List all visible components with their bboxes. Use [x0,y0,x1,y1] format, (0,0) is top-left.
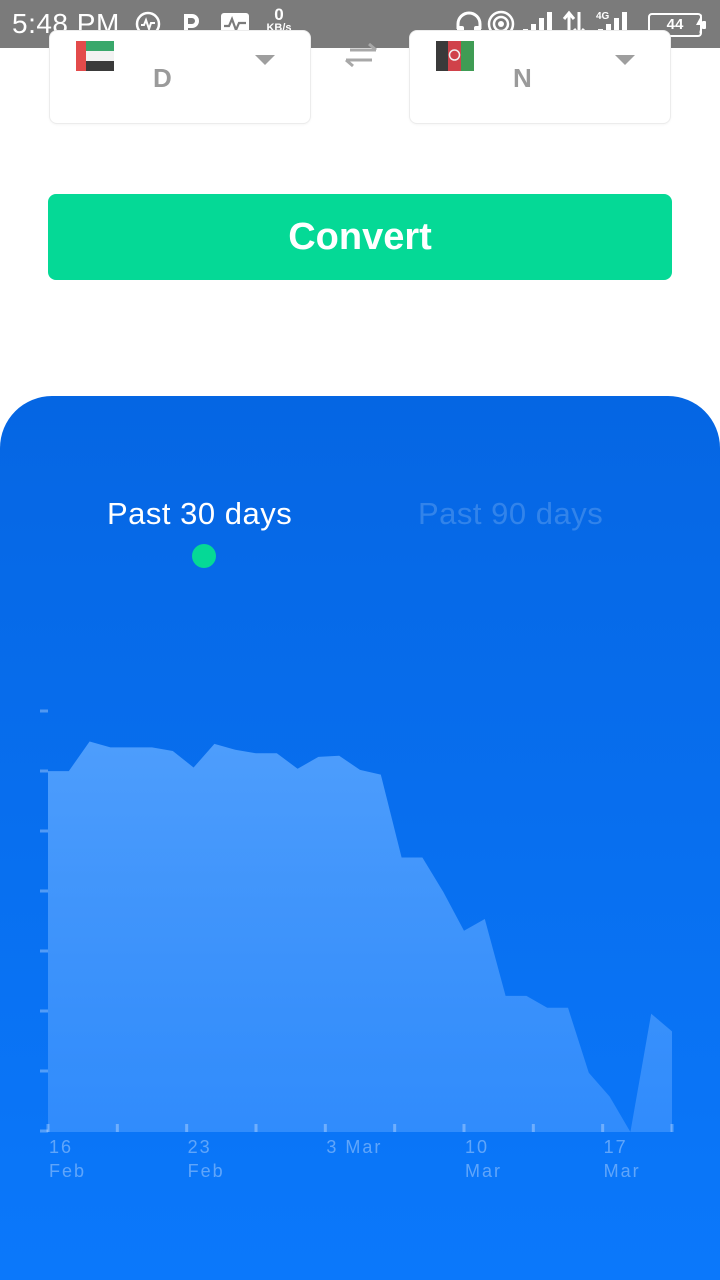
x-tick-label: Feb [49,1161,86,1181]
swap-icon[interactable] [340,40,382,70]
x-tick-label: 17 [604,1137,628,1157]
afghanistan-flag-icon [436,41,474,71]
to-currency-code: N [513,63,532,93]
area-series [48,741,672,1132]
x-axis-labels: 16 Feb 23 Feb 3 Mar 10 Mar 17 Mar [49,1137,641,1181]
screen: 5:48 PM 0 KB/s 4G 44 D N Convert Past 30… [0,0,720,1280]
history-chart-panel: Past 30 days Past 90 days 16 Feb 23 Feb 3 Ma… [0,396,720,1280]
battery-level: 44 [666,16,684,33]
y-axis-ticks [40,709,48,1133]
from-currency-selector[interactable]: D [49,30,311,124]
x-tick-label: Feb [188,1161,225,1181]
network-type: 4G [596,11,610,22]
x-tick-label: 3 Mar [326,1137,382,1157]
chevron-down-icon [615,55,635,65]
net-speed-value: 0 [274,5,284,24]
x-tick-label: Mar [465,1161,502,1181]
from-currency-code: D [153,63,172,93]
uae-flag-icon [76,41,114,71]
to-currency-selector[interactable]: N [409,30,671,124]
chevron-down-icon [255,55,275,65]
x-tick-label: Mar [604,1161,641,1181]
rate-history-chart: 16 Feb 23 Feb 3 Mar 10 Mar 17 Mar [40,709,674,1181]
x-tick-label: 10 [465,1137,489,1157]
x-tick-label: 23 [188,1137,212,1157]
convert-button[interactable]: Convert [48,194,672,280]
charging-icon [694,8,708,40]
x-tick-label: 16 [49,1137,73,1157]
